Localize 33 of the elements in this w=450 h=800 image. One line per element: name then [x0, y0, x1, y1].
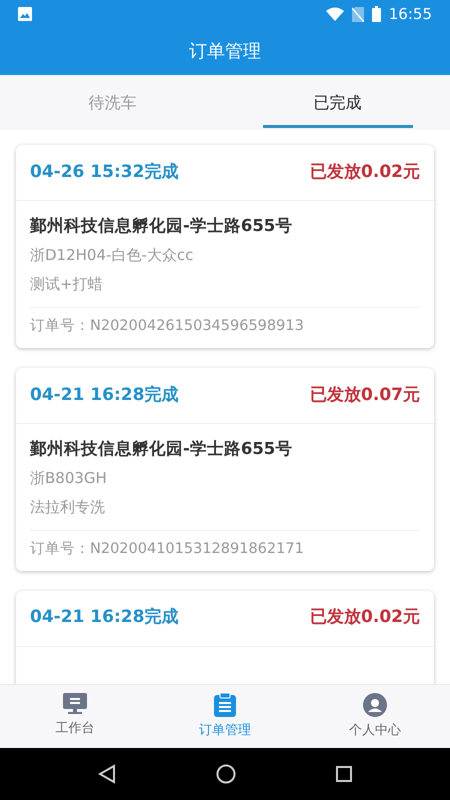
finish-time: 04-21 16:28完成 — [30, 606, 178, 630]
user-icon — [363, 693, 387, 717]
monitor-icon — [62, 693, 88, 715]
address: 鄞州科技信息孵化园-学士路655号 — [30, 438, 294, 460]
status-time: 16:55 — [388, 4, 432, 25]
nav-tab[interactable]: 工作台 — [0, 685, 150, 748]
wifi-icon — [326, 7, 344, 21]
order-number: 订单号：N2020041015312891862171 — [30, 540, 304, 557]
finish-time: 04-26 15:32完成 — [30, 160, 178, 184]
payout-amount: 已发放0.02元 — [310, 606, 420, 630]
order-number: 订单号：N2020042615034596598913 — [30, 318, 304, 334]
order-card[interactable]: 04-21 16:28完成 已发放0.07元 鄞州科技信息孵化园-学士路655号 浙B803GH 法拉利专洗 订单号：N2020041015312891862171 — [16, 368, 434, 570]
battery-icon — [372, 6, 381, 22]
nav-tab[interactable]: 个人中心 — [300, 685, 450, 748]
service-name: 测试+打蜡 — [30, 274, 104, 295]
finish-time: 04-21 16:28完成 — [30, 384, 178, 406]
page-title: 订单管理 — [189, 40, 261, 64]
home-icon[interactable] — [216, 764, 236, 784]
no-sim-icon — [352, 6, 364, 22]
clipboard-icon — [214, 693, 236, 717]
service-name: 法拉利专洗 — [30, 496, 106, 518]
vehicle-info: 浙B803GH — [30, 468, 108, 489]
order-card[interactable]: 04-26 15:32完成 已发放0.02元 鄞州科技信息孵化园-学士路655号 浙D12H04-白色-大众cc 测试+打蜡 订单号：N2020042615034596598913 — [16, 145, 434, 348]
recents-icon[interactable] — [336, 766, 352, 782]
nav-tab[interactable]: 订单管理 — [150, 685, 300, 748]
payout-amount: 已发放0.02元 — [310, 160, 420, 184]
vehicle-info: 浙D12H04-白色-大众cc — [30, 245, 194, 266]
order-card[interactable]: 04-21 16:28完成 已发放0.02元 — [16, 590, 434, 684]
image-icon — [18, 7, 32, 21]
tab[interactable]: 已完成 — [225, 75, 450, 130]
back-icon[interactable] — [98, 764, 116, 784]
payout-amount: 已发放0.07元 — [310, 384, 420, 406]
address: 鄞州科技信息孵化园-学士路655号 — [30, 215, 294, 237]
